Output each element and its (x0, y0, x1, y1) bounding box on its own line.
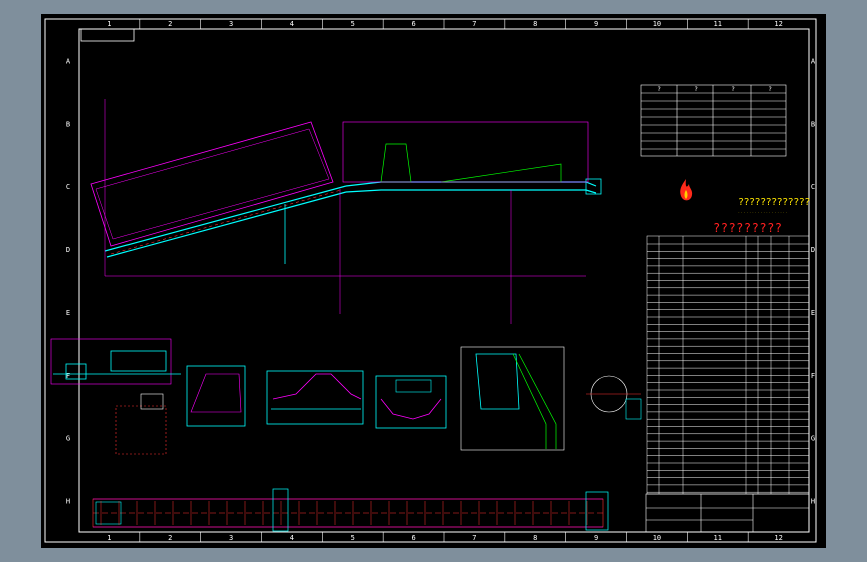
hopper-section-detail (186, 365, 246, 427)
column-label: 8 (533, 534, 537, 542)
incline-belt-lower (106, 191, 347, 258)
conveyor-plan-view (92, 488, 609, 532)
column-label: 7 (472, 20, 476, 28)
info-header-cell: ? (657, 86, 661, 93)
info-header-cell: ? (731, 86, 735, 93)
column-label: 6 (411, 534, 415, 542)
info-header-cell: ? (694, 86, 698, 93)
overall-dim-box (342, 121, 589, 183)
tail-hopper (380, 143, 412, 183)
row-label: B (811, 120, 815, 128)
idler-detail (266, 370, 364, 425)
incline-hatch (110, 189, 342, 255)
incline-belt-upper (104, 185, 347, 252)
info-table (640, 84, 787, 157)
hopper-outline (90, 121, 334, 247)
cad-viewport[interactable]: 1 2 3 4 5 6 7 8 9 10 11 12 1 2 3 4 5 6 7 8 9 10 11 12 ABCDEFGH… (0, 0, 867, 562)
column-label: 12 (774, 534, 782, 542)
title-block (645, 493, 810, 533)
column-label: 6 (411, 20, 415, 28)
row-label: D (811, 246, 815, 254)
column-label: 4 (290, 20, 294, 28)
row-label: A (811, 57, 816, 65)
info-table-header: ???? (657, 86, 772, 93)
flame-logo-icon (680, 179, 693, 201)
row-labels-left: ABCDEFGH (66, 57, 71, 505)
corner-box (80, 28, 135, 42)
conveyor-drawing: 1 2 3 4 5 6 7 8 9 10 11 12 1 2 3 4 5 6 7 8 9 10 11 12 ABCDEFGH… (44, 18, 817, 543)
row-label: G (811, 435, 815, 443)
column-label: 11 (714, 20, 722, 28)
row-label: E (66, 309, 70, 317)
column-label: 9 (594, 534, 598, 542)
parts-list-frame (646, 235, 810, 495)
horizontal-belt-lower (345, 189, 597, 194)
info-header-cell: ? (768, 86, 772, 93)
column-label: 11 (714, 534, 722, 542)
trough-detail (375, 375, 447, 429)
column-label: 5 (351, 20, 355, 28)
column-label: 9 (594, 20, 598, 28)
column-label: 10 (653, 534, 661, 542)
row-label: E (811, 309, 815, 317)
column-label: 1 (107, 534, 111, 542)
row-label: G (66, 435, 70, 443)
column-label: 3 (229, 20, 233, 28)
pulley-detail (586, 375, 642, 420)
row-label: C (811, 183, 815, 191)
column-labels-bottom: 1 2 3 4 5 6 7 8 9 10 11 12 (107, 532, 783, 542)
chute-detail (460, 346, 565, 451)
column-label: 4 (290, 534, 294, 542)
column-label: 10 (653, 20, 661, 28)
conveyor-elevation (90, 99, 602, 324)
parts-list-table (646, 235, 810, 495)
column-label: 2 (168, 534, 172, 542)
column-label: 2 (168, 20, 172, 28)
column-label: 12 (774, 20, 782, 28)
row-label: H (811, 498, 815, 506)
row-label: F (811, 372, 815, 380)
drawing-sheet: 1 2 3 4 5 6 7 8 9 10 11 12 1 2 3 4 5 6 7 8 9 10 11 12 ABCDEFGH… (41, 14, 826, 548)
row-label: D (66, 246, 70, 254)
column-labels-top: 1 2 3 4 5 6 7 8 9 10 11 12 (107, 19, 783, 29)
column-label: 3 (229, 534, 233, 542)
column-label: 5 (351, 534, 355, 542)
column-label: 8 (533, 20, 537, 28)
column-label: 1 (107, 20, 111, 28)
row-label: H (66, 498, 70, 506)
horizontal-belt-upper (345, 181, 597, 187)
company-logo-subtext: .................. (738, 210, 789, 214)
company-logo-text: ????????????? (738, 197, 810, 208)
column-label: 7 (472, 534, 476, 542)
plan-view-cross-members (100, 501, 588, 525)
row-labels-right: A B C D E F G H (811, 57, 816, 505)
row-label: B (66, 120, 70, 128)
cart-truss (440, 163, 562, 183)
row-label: C (66, 183, 70, 191)
row-label: A (66, 57, 71, 65)
drive-unit-detail (50, 338, 181, 455)
drawing-subtitle: ????????? (713, 221, 783, 235)
